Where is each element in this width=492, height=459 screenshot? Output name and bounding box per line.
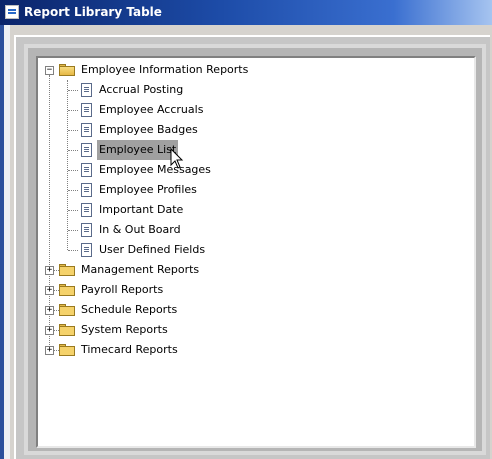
tree-leaf-label: Employee Messages (99, 163, 211, 176)
closed-folder-icon (59, 264, 75, 276)
tree-leaf-label: Employee Profiles (99, 183, 197, 196)
closed-folder-icon (59, 324, 75, 336)
tree-node-employee-information-reports[interactable]: − Employee Information Reports (38, 60, 438, 80)
tree-leaf-accrual-posting[interactable]: Accrual Posting (38, 80, 438, 100)
tree-node-management-reports[interactable]: + Management Reports (38, 260, 438, 280)
report-tree-panel: − Employee Information Reports Accrual P… (36, 56, 476, 448)
tree-node-label: Management Reports (81, 263, 200, 276)
app-icon (5, 5, 19, 19)
tree-leaf-in-out-board[interactable]: In & Out Board (38, 220, 438, 240)
report-document-icon (81, 163, 92, 177)
tree-leaf-employee-profiles[interactable]: Employee Profiles (38, 180, 438, 200)
report-document-icon (81, 203, 92, 217)
left-edge-inner (4, 25, 10, 459)
window-title: Report Library Table (24, 5, 162, 19)
tree-leaf-label: In & Out Board (99, 223, 181, 236)
tree-node-label: Timecard Reports (81, 343, 178, 356)
tree-leaf-label: Employee Accruals (99, 103, 204, 116)
report-document-icon (81, 123, 92, 137)
tree-node-timecard-reports[interactable]: + Timecard Reports (38, 340, 438, 360)
closed-folder-icon (59, 344, 75, 356)
tree-node-label: Payroll Reports (81, 283, 164, 296)
tree-leaf-employee-list[interactable]: Employee List (38, 140, 438, 160)
tree-leaf-label: Employee Badges (99, 123, 198, 136)
expand-toggle-icon[interactable]: + (45, 286, 54, 295)
tree-leaf-label-selected: Employee List (97, 140, 179, 160)
expand-toggle-icon[interactable]: + (45, 326, 54, 335)
report-document-icon (81, 143, 92, 157)
closed-folder-icon (59, 304, 75, 316)
tree-leaf-user-defined-fields[interactable]: User Defined Fields (38, 240, 438, 260)
tree-node-payroll-reports[interactable]: + Payroll Reports (38, 280, 438, 300)
report-tree: − Employee Information Reports Accrual P… (38, 58, 474, 446)
tree-node-label: Schedule Reports (81, 303, 178, 316)
expand-toggle-icon[interactable]: + (45, 306, 54, 315)
report-document-icon (81, 243, 92, 257)
closed-folder-icon (59, 284, 75, 296)
tree-node-schedule-reports[interactable]: + Schedule Reports (38, 300, 438, 320)
tree-leaf-employee-badges[interactable]: Employee Badges (38, 120, 438, 140)
report-document-icon (81, 103, 92, 117)
expand-toggle-icon[interactable]: + (45, 266, 54, 275)
open-folder-icon (59, 64, 75, 76)
report-document-icon (81, 83, 92, 97)
tree-leaf-employee-accruals[interactable]: Employee Accruals (38, 100, 438, 120)
collapse-toggle-icon[interactable]: − (45, 66, 54, 75)
report-document-icon (81, 183, 92, 197)
tree-leaf-label: Important Date (99, 203, 184, 216)
tree-node-system-reports[interactable]: + System Reports (38, 320, 438, 340)
tree-leaf-label: User Defined Fields (99, 243, 206, 256)
tree-leaf-label: Accrual Posting (99, 83, 184, 96)
tree-node-label: System Reports (81, 323, 168, 336)
expand-toggle-icon[interactable]: + (45, 346, 54, 355)
tree-leaf-employee-messages[interactable]: Employee Messages (38, 160, 438, 180)
report-document-icon (81, 223, 92, 237)
report-library-window: Report Library Table − Employee Informat… (0, 0, 492, 459)
tree-leaf-important-date[interactable]: Important Date (38, 200, 438, 220)
mouse-pointer-icon (170, 148, 184, 169)
tree-node-label: Employee Information Reports (81, 63, 249, 76)
title-bar[interactable]: Report Library Table (0, 0, 492, 25)
